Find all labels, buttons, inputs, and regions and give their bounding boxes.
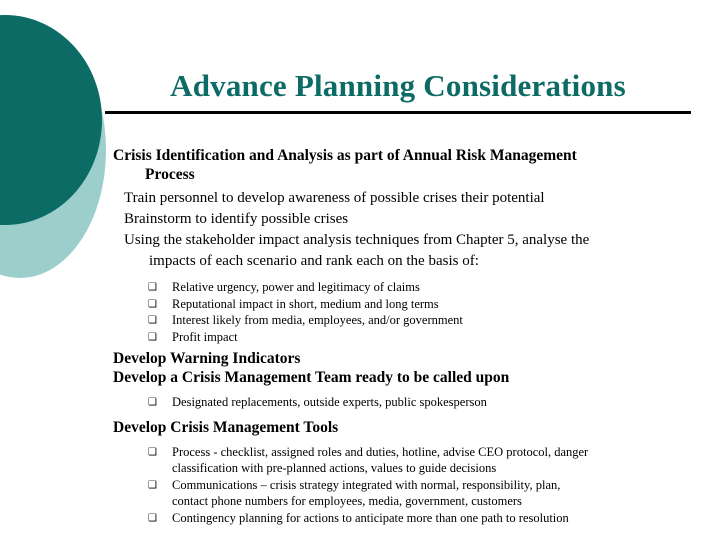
list-item-text: Interest likely from media, employees, a… bbox=[172, 313, 463, 327]
list-item-text: Reputational impact in short, medium and… bbox=[172, 296, 439, 311]
square-bullet-icon: ❑ bbox=[148, 512, 157, 524]
page-title: Advance Planning Considerations bbox=[170, 68, 626, 103]
bullet-heading-text: Develop Crisis Management Tools bbox=[113, 418, 339, 436]
sublist-crisis-team: ❑ Designated replacements, outside exper… bbox=[113, 394, 707, 411]
slide-body: Crisis Identification and Analysis as pa… bbox=[113, 146, 707, 526]
square-bullet-icon: ❑ bbox=[148, 282, 157, 293]
title-underline-rule bbox=[105, 111, 691, 114]
list-item: ❑ Reputational impact in short, medium a… bbox=[113, 296, 707, 313]
square-bullet-icon: ❑ bbox=[148, 298, 157, 310]
light-teal-ellipse bbox=[0, 22, 106, 278]
list-item: ❑ Interest likely from media, employees,… bbox=[113, 312, 707, 329]
square-bullet-icon: ❑ bbox=[148, 479, 157, 491]
list-item-text: Profit impact bbox=[172, 329, 238, 344]
list-item-text: Communications – crisis strategy integra… bbox=[172, 477, 561, 492]
list-item-text-wrap: contact phone numbers for employees, med… bbox=[172, 494, 522, 508]
list-item-text: Designated replacements, outside experts… bbox=[172, 395, 487, 409]
square-bullet-icon: ❑ bbox=[148, 315, 157, 326]
list-item: ❑ Profit impact bbox=[113, 329, 707, 346]
square-bullet-icon: ❑ bbox=[148, 397, 157, 408]
bullet-heading-line-b: Process bbox=[145, 166, 195, 183]
bullet-heading-crisis-tools: Develop Crisis Management Tools bbox=[113, 418, 707, 437]
bullet-heading-warning-indicators: Develop Warning Indicators bbox=[113, 349, 707, 368]
list-item-text: Process - checklist, assigned roles and … bbox=[172, 444, 589, 459]
sublist-crisis-tools: ❑ Process - checklist, assigned roles an… bbox=[113, 444, 707, 527]
list-item: ❑ Relative urgency, power and legitimacy… bbox=[113, 279, 707, 296]
list-item-text: Using the stakeholder impact analysis te… bbox=[124, 232, 590, 248]
bullet-heading-line-a: Crisis Identification and Analysis as pa… bbox=[113, 147, 577, 164]
list-item-text: Brainstorm to identify possible crises bbox=[124, 211, 349, 227]
bullet-heading-text: Develop a Crisis Management Team ready t… bbox=[113, 369, 510, 386]
dark-teal-ellipse bbox=[0, 15, 102, 225]
list-item-text-wrap: impacts of each scenario and rank each o… bbox=[149, 253, 479, 269]
bullet-heading-crisis-team: Develop a Crisis Management Team ready t… bbox=[113, 368, 707, 387]
list-item-text-wrap: classification with pre-planned actions,… bbox=[172, 461, 497, 475]
title-block: Advance Planning Considerations bbox=[105, 66, 691, 114]
list-item-brainstorm: Brainstorm to identify possible crises bbox=[113, 209, 707, 230]
bullet-heading-text: Develop Warning Indicators bbox=[113, 350, 301, 367]
square-bullet-icon: ❑ bbox=[148, 331, 157, 343]
slide-canvas: Advance Planning Considerations Crisis I… bbox=[0, 0, 720, 540]
list-item-text: Train personnel to develop awareness of … bbox=[124, 190, 545, 206]
sublist-impact-criteria: ❑ Relative urgency, power and legitimacy… bbox=[113, 279, 707, 345]
square-bullet-icon: ❑ bbox=[148, 446, 157, 458]
list-item-train-personnel: Train personnel to develop awareness of … bbox=[113, 188, 707, 209]
list-item: ❑ Designated replacements, outside exper… bbox=[113, 394, 707, 411]
list-item-text: Contingency planning for actions to anti… bbox=[172, 510, 569, 525]
bullet-heading-crisis-identification: Crisis Identification and Analysis as pa… bbox=[113, 146, 707, 184]
list-item-stakeholder-analysis: Using the stakeholder impact analysis te… bbox=[113, 230, 707, 272]
list-item: ❑ Process - checklist, assigned roles an… bbox=[113, 444, 707, 477]
list-item-text: Relative urgency, power and legitimacy o… bbox=[172, 280, 420, 294]
list-item: ❑ Communications – crisis strategy integ… bbox=[113, 477, 707, 510]
list-item: ❑ Contingency planning for actions to an… bbox=[113, 510, 707, 527]
